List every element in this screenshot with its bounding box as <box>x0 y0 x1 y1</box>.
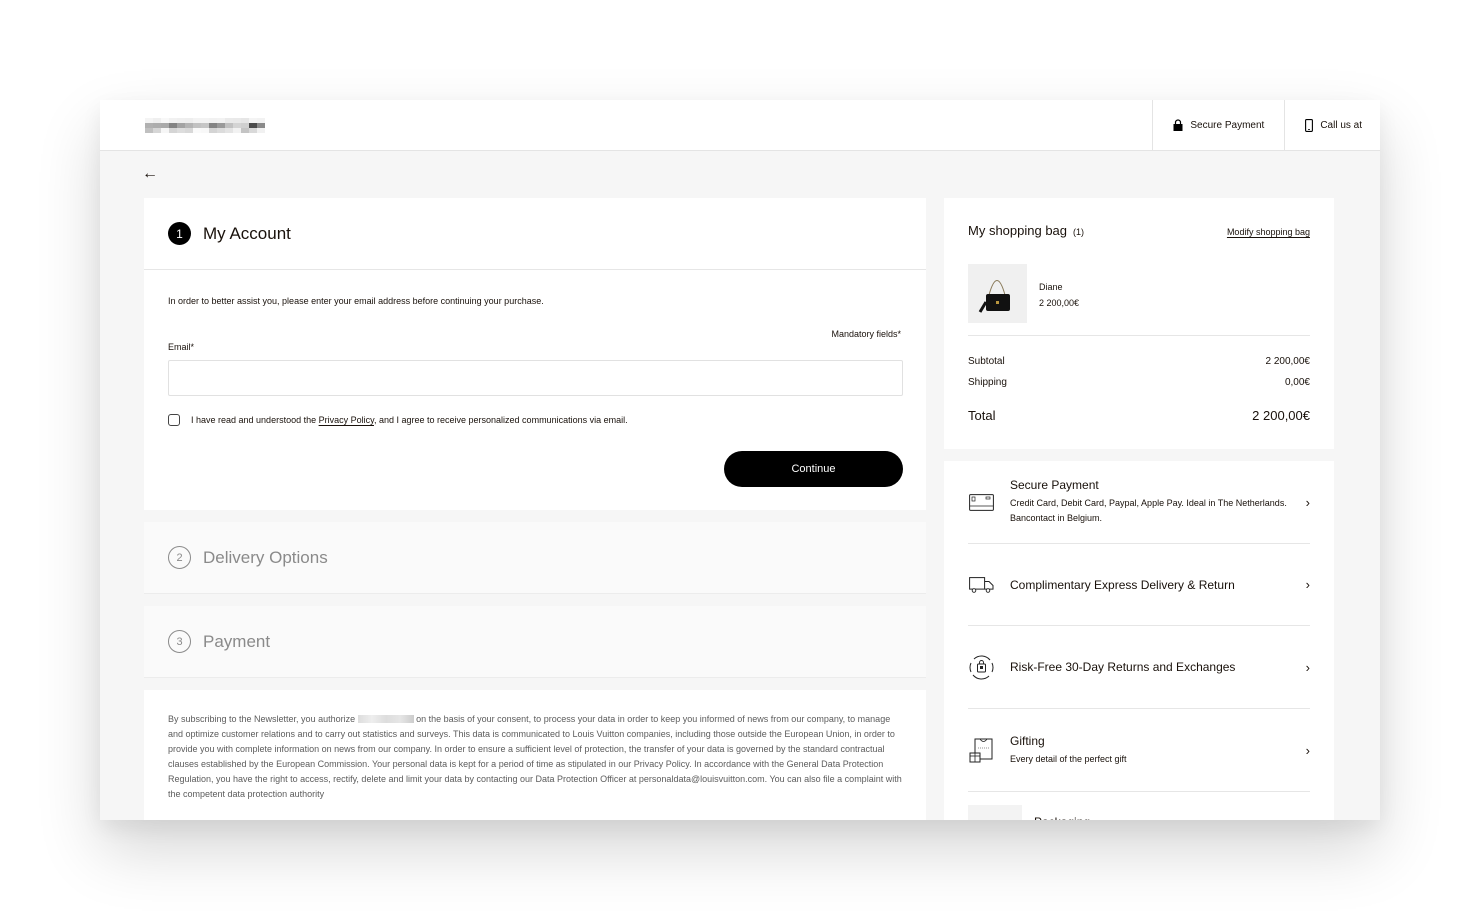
service-title: Gifting <box>1010 733 1045 748</box>
packaging-thumbnail <box>968 805 1022 820</box>
call-us-label: Call us at <box>1320 119 1362 131</box>
privacy-policy-link[interactable]: Privacy Policy <box>319 415 374 425</box>
phone-icon <box>1305 118 1314 132</box>
step-title: Payment <box>203 631 271 651</box>
total-row: Total 2 200,00€ <box>968 408 1310 423</box>
consent-checkbox[interactable] <box>168 414 180 426</box>
redacted-company-name <box>357 715 414 723</box>
back-arrow-icon[interactable]: ← <box>142 164 158 184</box>
service-description: Credit Card, Debit Card, Paypal, Apple P… <box>1010 498 1287 523</box>
handbag-image <box>968 264 1027 323</box>
subtotal-row: Subtotal 2 200,00€ <box>968 356 1310 367</box>
legal-text-part1: By subscribing to the Newsletter, you au… <box>168 714 358 724</box>
shipping-value: 0,00€ <box>1284 377 1310 388</box>
shipping-label: Shipping <box>968 377 1007 388</box>
step-number-badge: 3 <box>168 630 191 653</box>
chevron-right-icon: › <box>1305 742 1310 758</box>
step-title: My Account <box>203 223 291 243</box>
consent-prefix: I have read and understood the <box>191 415 319 425</box>
mandatory-fields-note: Mandatory fields* <box>831 329 901 339</box>
step-number-badge: 2 <box>168 546 191 569</box>
divider <box>968 335 1310 336</box>
service-title: Risk-Free 30-Day Returns and Exchanges <box>1010 660 1236 674</box>
continue-button[interactable]: Continue <box>724 451 903 487</box>
service-title: Secure Payment <box>1010 478 1099 492</box>
subtotal-value: 2 200,00€ <box>1265 356 1311 367</box>
legal-text-part2: on the basis of your consent, to process… <box>168 714 902 799</box>
service-packaging[interactable]: Packaging <box>968 805 1310 820</box>
bag-item: Diane 2 200,00€ <box>968 264 1079 323</box>
email-input[interactable] <box>168 360 903 396</box>
service-gifting[interactable]: Gifting Every detail of the perfect gift… <box>968 709 1310 792</box>
gift-icon <box>969 738 992 762</box>
bag-title: My shopping bag <box>968 223 1068 238</box>
service-secure-payment[interactable]: Secure Payment Credit Card, Debit Card, … <box>968 461 1310 544</box>
service-returns[interactable]: Risk-Free 30-Day Returns and Exchanges › <box>968 626 1310 709</box>
order-summary: My shopping bag (1) Modify shopping bag … <box>944 198 1334 820</box>
product-thumbnail[interactable] <box>968 264 1027 323</box>
checkout-steps: 1 My Account In order to better assist y… <box>144 198 926 820</box>
product-name: Diane <box>1039 282 1063 292</box>
credit-card-icon <box>968 493 994 511</box>
product-price: 2 200,00€ <box>1039 298 1080 308</box>
secure-payment-link[interactable]: Secure Payment <box>1152 100 1284 150</box>
checkout-window: Secure Payment Call us at ← 1 My Account… <box>100 100 1380 820</box>
account-intro-text: In order to better assist you, please en… <box>168 296 544 306</box>
service-description: Every detail of the perfect gift <box>1010 753 1127 764</box>
shopping-bag-card: My shopping bag (1) Modify shopping bag … <box>944 198 1334 449</box>
brand-logo[interactable] <box>145 118 265 133</box>
returns-icon <box>969 655 993 679</box>
call-us-link[interactable]: Call us at <box>1284 100 1380 150</box>
shipping-row: Shipping 0,00€ <box>968 377 1310 388</box>
modify-bag-link[interactable]: Modify shopping bag <box>1227 227 1310 237</box>
service-express-delivery[interactable]: Complimentary Express Delivery & Return … <box>968 544 1310 626</box>
consent-row: I have read and understood the Privacy P… <box>168 414 628 426</box>
services-card: Secure Payment Credit Card, Debit Card, … <box>944 461 1334 820</box>
service-title: Complimentary Express Delivery & Return <box>1010 577 1235 592</box>
consent-text: I have read and understood the Privacy P… <box>191 415 628 425</box>
delivery-truck-icon <box>968 576 993 593</box>
chevron-right-icon: › <box>1305 659 1310 675</box>
total-value: 2 200,00€ <box>1252 408 1310 423</box>
step-title: Delivery Options <box>203 547 328 567</box>
consent-suffix: , and I agree to receive personalized co… <box>373 415 628 425</box>
site-header: Secure Payment Call us at <box>100 100 1380 151</box>
secure-payment-label: Secure Payment <box>1190 119 1265 131</box>
chevron-right-icon: › <box>1305 494 1310 510</box>
newsletter-legal-text: By subscribing to the Newsletter, you au… <box>144 690 926 820</box>
step-number-badge: 1 <box>168 222 191 245</box>
subtotal-label: Subtotal <box>968 356 1005 367</box>
bag-count: (1) <box>1073 227 1085 237</box>
service-title: Packaging <box>1034 815 1310 820</box>
email-label: Email* <box>168 342 195 352</box>
my-account-section: 1 My Account In order to better assist y… <box>144 198 926 510</box>
chevron-right-icon: › <box>1305 577 1310 592</box>
lock-icon <box>1173 119 1183 131</box>
total-label: Total <box>968 408 996 423</box>
step-delivery-options[interactable]: 2 Delivery Options <box>144 522 926 594</box>
step-payment[interactable]: 3 Payment <box>144 606 926 678</box>
